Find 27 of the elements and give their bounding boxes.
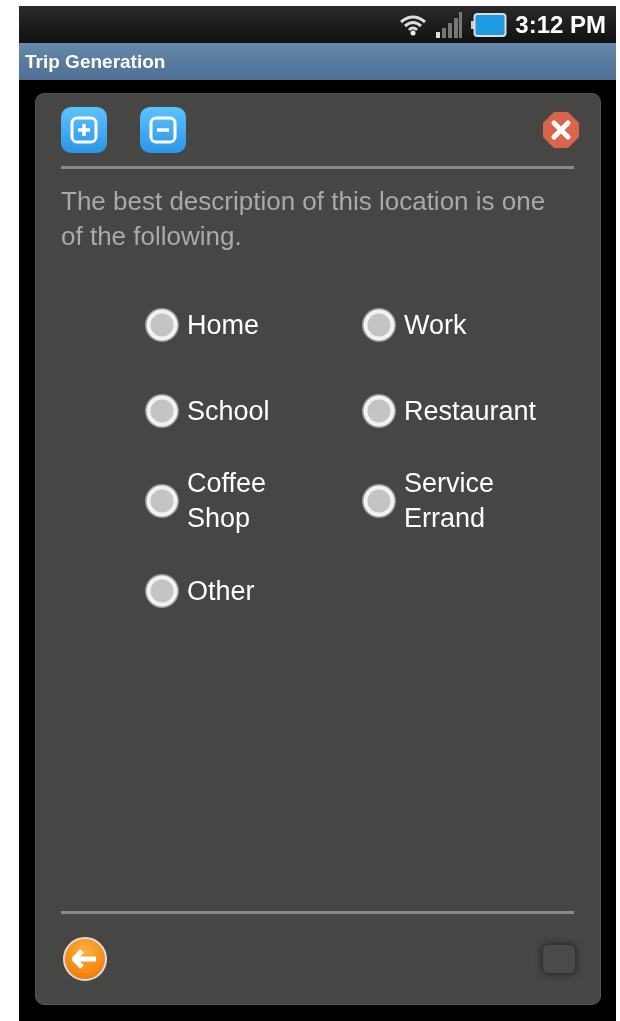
app-title: Trip Generation: [25, 50, 166, 73]
radio-button[interactable]: [145, 484, 179, 518]
signal-icon: [435, 11, 464, 38]
remove-button[interactable]: [140, 107, 186, 153]
option-label: Other: [187, 574, 255, 608]
radio-button[interactable]: [145, 394, 179, 428]
question-text: The best description of this location is one of the following.: [61, 185, 547, 253]
option-label: Coffee Shop: [187, 467, 268, 535]
add-button[interactable]: [61, 107, 107, 153]
clock-time: 3:12 PM: [515, 10, 606, 39]
option-label: School: [187, 394, 270, 428]
back-button[interactable]: [63, 937, 107, 981]
left-arrow-icon: [72, 949, 98, 969]
radio-button[interactable]: [362, 484, 396, 518]
plus-icon: [70, 116, 98, 144]
option-label: Home: [187, 308, 260, 342]
radio-button[interactable]: [145, 574, 179, 608]
option-label: Restaurant: [404, 394, 537, 428]
option-label: Work: [404, 308, 467, 342]
radio-button[interactable]: [362, 308, 396, 342]
minus-icon: [149, 116, 177, 144]
wifi-icon: [399, 13, 428, 36]
battery-icon: [471, 12, 508, 37]
radio-button[interactable]: [145, 308, 179, 342]
option-label: Service Errand: [404, 467, 496, 535]
radio-button[interactable]: [362, 394, 396, 428]
close-icon[interactable]: [542, 111, 580, 149]
